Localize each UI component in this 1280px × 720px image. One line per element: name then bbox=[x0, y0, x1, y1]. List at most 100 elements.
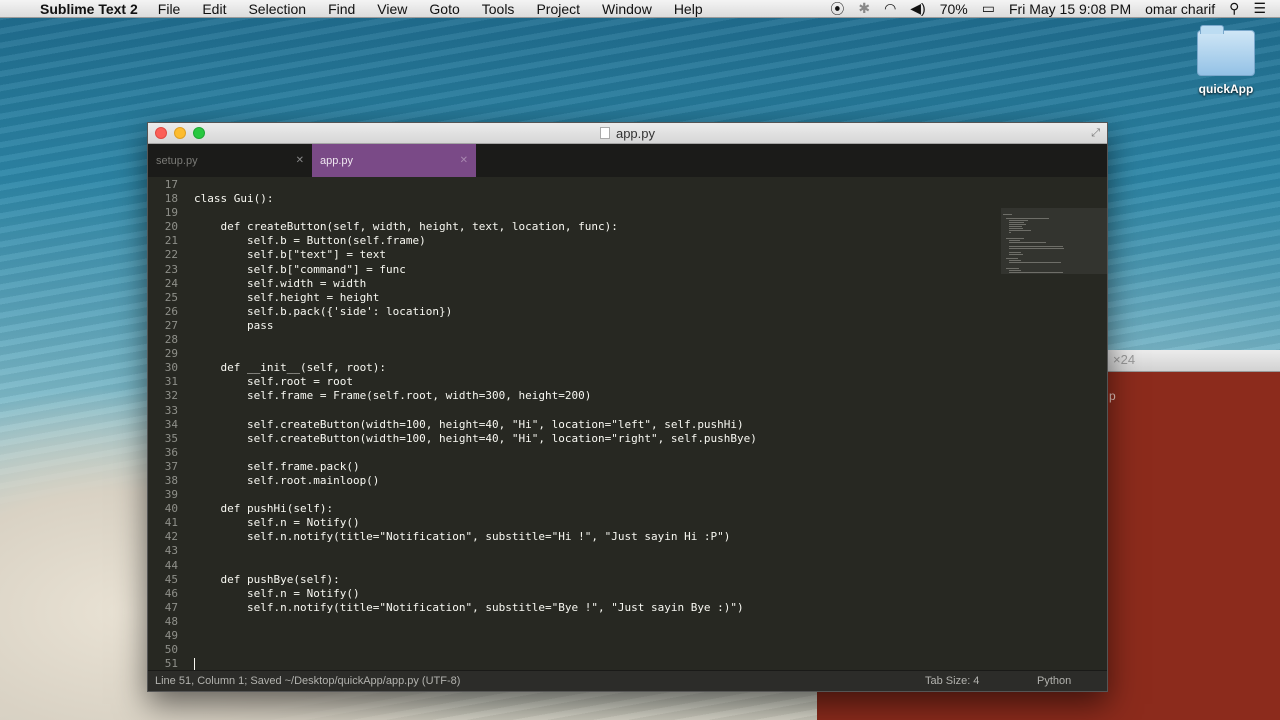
code-line[interactable] bbox=[194, 657, 757, 671]
fullscreen-icon[interactable]: ⤢ bbox=[1091, 127, 1100, 140]
code-line[interactable] bbox=[194, 446, 757, 460]
code-line[interactable]: pass bbox=[194, 319, 757, 333]
code-line[interactable]: self.n = Notify() bbox=[194, 587, 757, 601]
code-line[interactable]: def pushBye(self): bbox=[194, 573, 757, 587]
tab-setup-py[interactable]: setup.py ✕ bbox=[148, 144, 312, 177]
code-line[interactable] bbox=[194, 347, 757, 361]
code-line[interactable]: self.root.mainloop() bbox=[194, 474, 757, 488]
code-line[interactable]: def __init__(self, root): bbox=[194, 361, 757, 375]
syntax-selector[interactable]: Python bbox=[1037, 675, 1107, 687]
code-line[interactable]: self.b["text"] = text bbox=[194, 248, 757, 262]
code-line[interactable]: self.height = height bbox=[194, 291, 757, 305]
menu-window[interactable]: Window bbox=[602, 1, 652, 17]
close-window-button[interactable] bbox=[155, 127, 167, 139]
code-line[interactable]: self.n = Notify() bbox=[194, 516, 757, 530]
line-number: 35 bbox=[164, 431, 178, 445]
code-text[interactable]: class Gui(): def createButton(self, widt… bbox=[194, 178, 757, 671]
code-line[interactable] bbox=[194, 629, 757, 643]
code-line[interactable]: self.b["command"] = func bbox=[194, 263, 757, 277]
clock[interactable]: Fri May 15 9:08 PM bbox=[1009, 1, 1131, 17]
zoom-window-button[interactable] bbox=[193, 127, 205, 139]
menu-file[interactable]: File bbox=[158, 1, 181, 17]
line-number: 49 bbox=[164, 629, 178, 642]
spotlight-search-icon[interactable]: ⚲ bbox=[1229, 0, 1239, 17]
menu-goto[interactable]: Goto bbox=[429, 1, 459, 17]
code-line[interactable]: self.frame.pack() bbox=[194, 460, 757, 474]
code-line[interactable] bbox=[194, 643, 757, 657]
minimap-line bbox=[1008, 248, 1065, 249]
window-titlebar[interactable]: app.py ⤢ bbox=[148, 123, 1107, 144]
tab-bar: setup.py ✕ app.py ✕ bbox=[148, 144, 1107, 177]
code-line[interactable] bbox=[194, 544, 757, 558]
code-line[interactable]: self.b.pack({'side': location}) bbox=[194, 305, 757, 319]
code-line[interactable]: def pushHi(self): bbox=[194, 502, 757, 516]
menu-view[interactable]: View bbox=[377, 1, 407, 17]
code-line[interactable] bbox=[194, 404, 757, 418]
bluetooth-icon[interactable]: ✱ bbox=[858, 0, 870, 17]
document-icon bbox=[599, 127, 610, 139]
battery-icon[interactable]: ▭ bbox=[982, 0, 995, 17]
code-line[interactable]: self.n.notify(title="Notification", subs… bbox=[194, 601, 757, 615]
minimap-line bbox=[1003, 214, 1012, 215]
close-tab-icon[interactable]: ✕ bbox=[296, 155, 304, 166]
code-line[interactable] bbox=[194, 333, 757, 347]
code-line[interactable]: class Gui(): bbox=[194, 192, 757, 206]
line-number: 20 bbox=[164, 220, 178, 234]
code-line[interactable] bbox=[194, 178, 757, 192]
line-number: 39 bbox=[164, 488, 178, 502]
user-name[interactable]: omar charif bbox=[1145, 1, 1215, 17]
menu-project[interactable]: Project bbox=[536, 1, 580, 17]
line-number: 31 bbox=[164, 375, 178, 389]
volume-icon[interactable]: ◀) bbox=[910, 0, 925, 17]
code-line[interactable]: self.createButton(width=100, height=40, … bbox=[194, 418, 757, 432]
text-cursor bbox=[194, 657, 195, 671]
record-icon[interactable]: ⦿ bbox=[830, 0, 844, 19]
menu-find[interactable]: Find bbox=[328, 1, 355, 17]
line-number: 25 bbox=[164, 290, 178, 304]
app-menu[interactable]: Sublime Text 2 bbox=[40, 1, 138, 17]
minimap-line bbox=[1005, 258, 1019, 259]
menu-selection[interactable]: Selection bbox=[248, 1, 306, 17]
battery-percentage[interactable]: 70% bbox=[940, 1, 968, 17]
minimap[interactable] bbox=[1001, 178, 1107, 671]
line-number: 21 bbox=[164, 234, 178, 248]
minimap-line bbox=[1008, 240, 1021, 241]
code-line[interactable]: self.createButton(width=100, height=40, … bbox=[194, 432, 757, 446]
line-number: 22 bbox=[164, 248, 178, 262]
code-line[interactable]: self.width = width bbox=[194, 277, 757, 291]
close-tab-icon[interactable]: ✕ bbox=[460, 155, 468, 166]
minimize-window-button[interactable] bbox=[174, 127, 186, 139]
line-number: 42 bbox=[164, 530, 178, 544]
code-line[interactable]: self.n.notify(title="Notification", subs… bbox=[194, 530, 757, 544]
code-line[interactable] bbox=[194, 488, 757, 502]
tab-size-selector[interactable]: Tab Size: 4 bbox=[925, 675, 1037, 687]
menu-tools[interactable]: Tools bbox=[482, 1, 515, 17]
menu-help[interactable]: Help bbox=[674, 1, 703, 17]
tab-app-py[interactable]: app.py ✕ bbox=[312, 144, 476, 177]
code-line[interactable] bbox=[194, 615, 757, 629]
notification-center-icon[interactable]: ☰ bbox=[1253, 0, 1266, 17]
minimap-line bbox=[1008, 222, 1024, 223]
desktop-folder-quickapp[interactable]: quickApp bbox=[1194, 25, 1258, 96]
line-number: 18 bbox=[164, 192, 178, 206]
code-editor[interactable]: 17 18 19 20 21 22 23 24 25 26 27 28 29 30 31 32 33 34 35 36… bbox=[148, 178, 1003, 671]
minimap-line bbox=[1008, 228, 1023, 229]
status-cursor-position: Line 51, Column 1; Saved ~/Desktop/quick… bbox=[155, 675, 461, 687]
line-number: 37 bbox=[164, 459, 178, 473]
line-number: 38 bbox=[164, 473, 178, 487]
status-menus: ⦿ ✱ ◠ ◀) 70% ▭ Fri May 15 9:08 PM omar c… bbox=[830, 0, 1280, 19]
line-number: 44 bbox=[164, 558, 178, 572]
line-number: 29 bbox=[164, 347, 178, 361]
code-line[interactable]: def createButton(self, width, height, te… bbox=[194, 220, 757, 234]
line-number: 33 bbox=[164, 403, 178, 417]
minimap-line bbox=[1008, 224, 1026, 225]
code-line[interactable]: self.root = root bbox=[194, 375, 757, 389]
minimap-line bbox=[1008, 252, 1021, 253]
line-number: 19 bbox=[164, 206, 178, 220]
code-line[interactable]: self.b = Button(self.frame) bbox=[194, 234, 757, 248]
wifi-icon[interactable]: ◠ bbox=[884, 0, 896, 17]
code-line[interactable]: self.frame = Frame(self.root, width=300,… bbox=[194, 389, 757, 403]
code-line[interactable] bbox=[194, 559, 757, 573]
code-line[interactable] bbox=[194, 206, 757, 220]
menu-edit[interactable]: Edit bbox=[202, 1, 226, 17]
